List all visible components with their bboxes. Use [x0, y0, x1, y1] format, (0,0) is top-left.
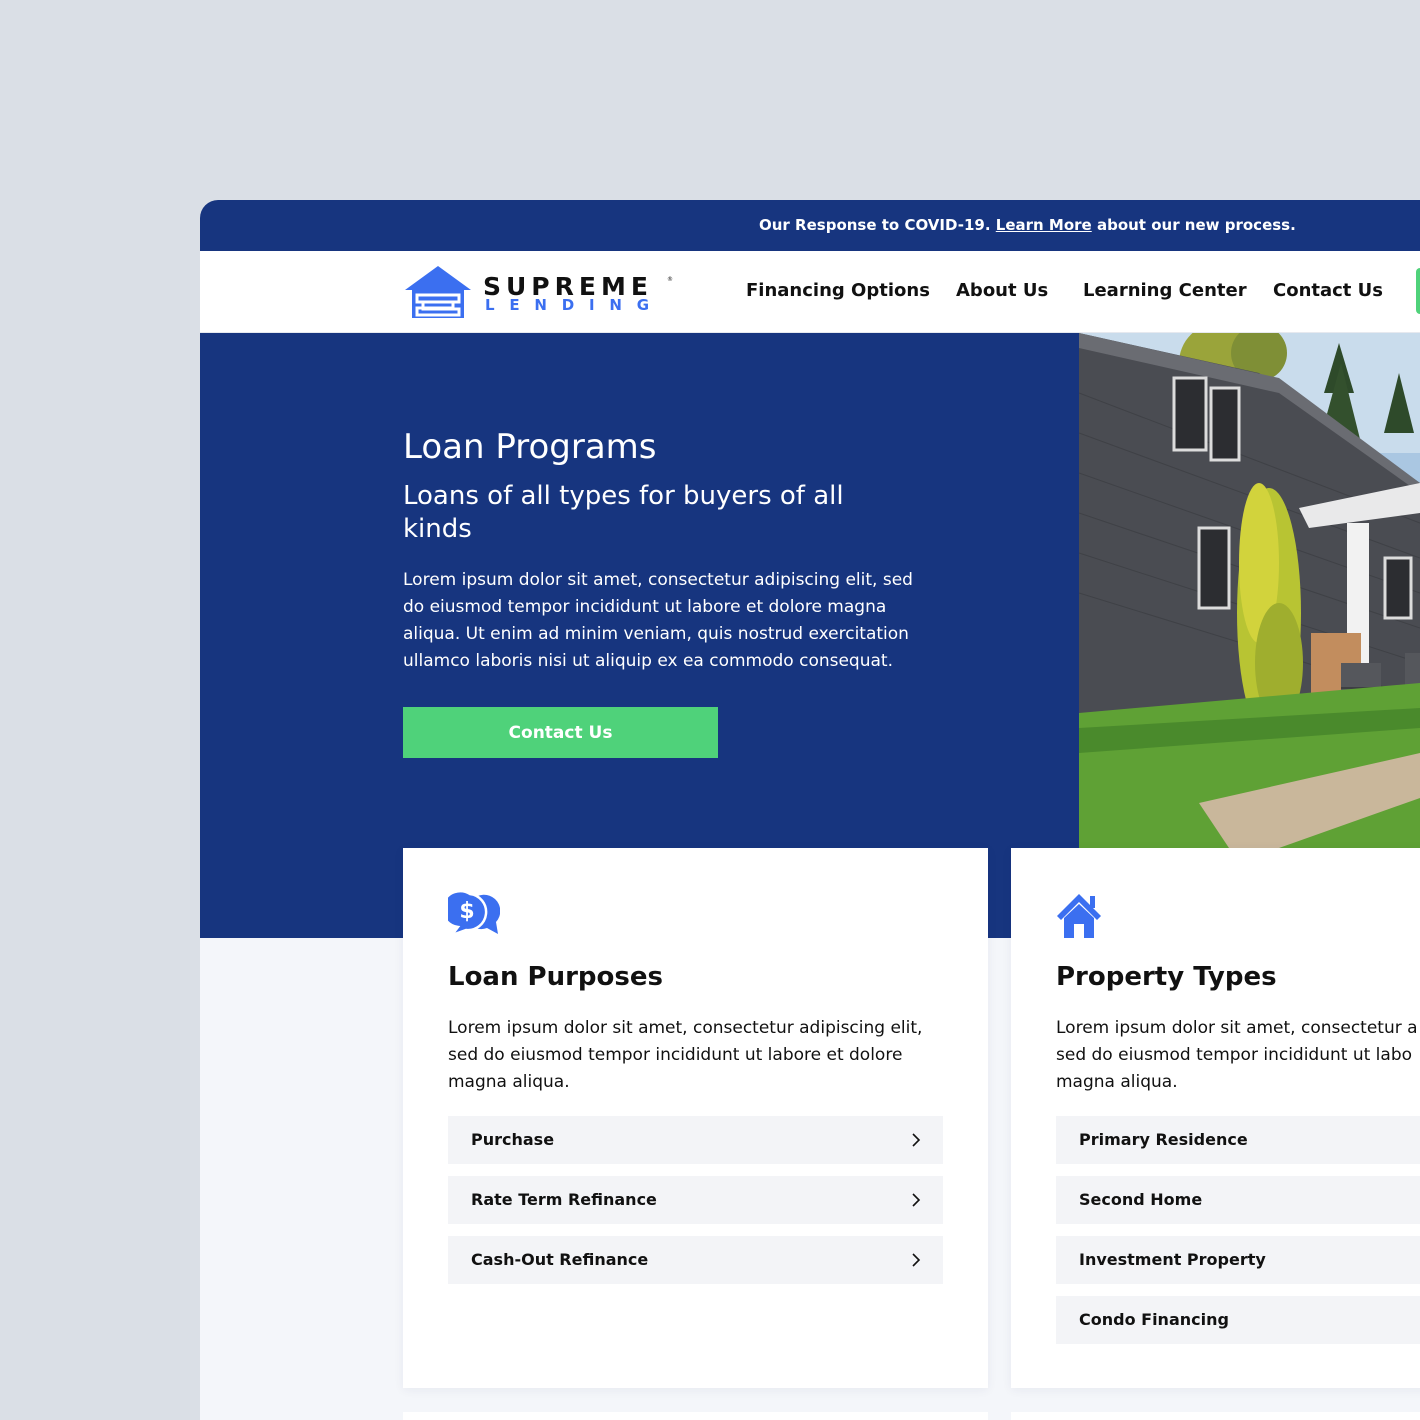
logo-trademark: ® [667, 276, 673, 283]
contact-us-button[interactable]: Contact Us [403, 707, 718, 758]
description-line: magna aliqua. [1056, 1072, 1178, 1092]
chevron-right-icon [912, 1193, 921, 1207]
card-description: Lorem ipsum dolor sit amet, consectetur … [448, 1018, 923, 1092]
property-type-list: Primary Residence Second Home Investment… [1056, 1116, 1420, 1356]
next-card-edge [1011, 1412, 1420, 1420]
nav-cta-button-edge[interactable] [1416, 268, 1420, 314]
supreme-lending-logo[interactable]: SUPREME ® LENDING [403, 265, 675, 321]
card-title: Property Types [1056, 962, 1277, 992]
chevron-right-icon [912, 1133, 921, 1147]
list-item-second-home[interactable]: Second Home [1056, 1176, 1420, 1224]
dollar-chat-icon: $ [441, 889, 501, 940]
nav-financing-options[interactable]: Financing Options [746, 280, 930, 301]
list-item-label: Rate Term Refinance [471, 1190, 657, 1209]
list-item-rate-term-refinance[interactable]: Rate Term Refinance [448, 1176, 943, 1224]
nav-contact-us[interactable]: Contact Us [1273, 280, 1383, 301]
house-icon [1056, 892, 1108, 940]
page-title: Loan Programs [403, 427, 657, 467]
svg-text:$: $ [459, 899, 474, 924]
house-photo [1079, 333, 1420, 848]
hero-description: Lorem ipsum dolor sit amet, consectetur … [403, 570, 913, 671]
list-item-label: Cash-Out Refinance [471, 1250, 649, 1269]
list-item-investment-property[interactable]: Investment Property [1056, 1236, 1420, 1284]
house-logo-icon [405, 266, 471, 318]
covid-announcement-bar: Our Response to COVID-19. Learn More abo… [200, 200, 1420, 251]
loan-purpose-list: Purchase Rate Term Refinance Cash-Out Re… [448, 1116, 943, 1296]
card-title: Loan Purposes [448, 962, 663, 992]
list-item-label: Second Home [1079, 1190, 1203, 1209]
list-item-purchase[interactable]: Purchase [448, 1116, 943, 1164]
list-item-label: Primary Residence [1079, 1130, 1248, 1149]
main-navigation: SUPREME ® LENDING Financing Options Abou… [200, 251, 1420, 333]
browser-window: Our Response to COVID-19. Learn More abo… [200, 200, 1420, 1420]
description-line: Lorem ipsum dolor sit amet, consectetur … [1056, 1018, 1418, 1038]
description-line: sed do eiusmod tempor incididunt ut labo [1056, 1045, 1413, 1065]
list-item-primary-residence[interactable]: Primary Residence [1056, 1116, 1420, 1164]
card-description: Lorem ipsum dolor sit amet, consectetur … [1056, 1015, 1420, 1096]
list-item-cash-out-refinance[interactable]: Cash-Out Refinance [448, 1236, 943, 1284]
list-item-label: Purchase [471, 1130, 555, 1149]
list-item-label: Investment Property [1079, 1250, 1266, 1269]
loan-purposes-card: $ Loan Purposes Lorem ipsum dolor sit am… [403, 848, 988, 1388]
learn-more-link[interactable]: Learn More [996, 216, 1092, 234]
next-card-edge [403, 1412, 988, 1420]
covid-text: Our Response to COVID-19. [759, 216, 991, 234]
list-item-label: Condo Financing [1079, 1310, 1229, 1329]
property-types-card: Property Types Lorem ipsum dolor sit ame… [1011, 848, 1420, 1388]
covid-text-after: about our new process. [1096, 216, 1296, 234]
nav-about-us[interactable]: About Us [956, 280, 1048, 301]
logo-wordmark-bottom: LENDING [485, 296, 664, 314]
hero-subtitle: Loans of all types for buyers of all kin… [403, 481, 844, 544]
nav-learning-center[interactable]: Learning Center [1083, 280, 1247, 301]
list-item-condo-financing[interactable]: Condo Financing [1056, 1296, 1420, 1344]
chevron-right-icon [912, 1253, 921, 1267]
